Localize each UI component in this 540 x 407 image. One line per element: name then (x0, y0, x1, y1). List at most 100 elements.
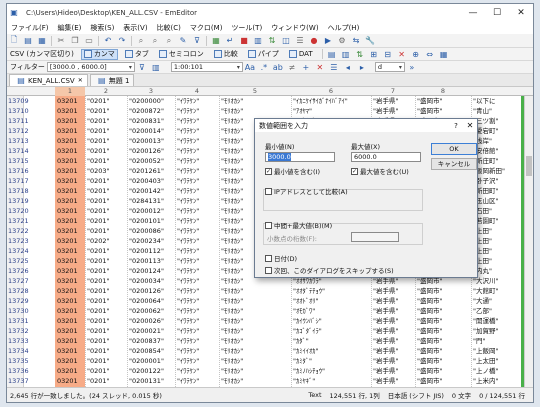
undo-icon[interactable]: ↶ (102, 35, 114, 46)
table-cell[interactable]: "ｲﾜﾃｹﾝ" (177, 366, 219, 376)
table-cell[interactable]: "ｲﾜﾃｹﾝ" (177, 276, 219, 286)
filter-input[interactable]: [3000.0 , 6000.0] ▾ (46, 62, 135, 72)
table-cell[interactable]: "ﾓﾘｵｶｼ" (221, 316, 291, 326)
table-cell[interactable]: "盛岡市" (417, 286, 471, 296)
table-row[interactable]: 13709 03201 "0201" "0200000" "ｲﾜﾃｹﾝ" "ﾓﾘｵｶｼ" "… (7, 96, 533, 106)
filter-dropdown-icon[interactable]: ▾ (127, 64, 132, 71)
table-cell[interactable]: "0200001" (129, 356, 175, 366)
find-next-icon[interactable]: ⌕ (149, 35, 161, 46)
table-cell[interactable]: "0201" (87, 366, 127, 376)
table-cell[interactable]: "0201" (87, 186, 127, 196)
table-cell[interactable]: "盛岡市" (417, 306, 471, 316)
table-cell[interactable]: "ｲﾜﾃｹﾝ" (177, 356, 219, 366)
scrollbar-thumb[interactable] (526, 156, 532, 176)
find-prev-icon[interactable]: ⌕ (163, 35, 175, 46)
table-cell[interactable]: "上飯岡" (473, 346, 523, 356)
table-cell[interactable]: "岩手県" (373, 96, 415, 106)
extra-dropdown-icon[interactable]: ▾ (397, 64, 402, 71)
csv-sort-icon[interactable]: ⇅ (354, 49, 366, 60)
table-cell[interactable]: "0201" (87, 326, 127, 336)
table-cell[interactable]: "0201261" (129, 166, 175, 176)
table-cell[interactable]: 03201 (57, 356, 85, 366)
table-cell[interactable]: "0201" (87, 376, 127, 386)
menu-file[interactable]: ファイル(F) (11, 23, 49, 33)
table-cell[interactable]: "0201" (87, 96, 127, 106)
table-cell[interactable]: "盛岡市" (417, 376, 471, 386)
table-cell[interactable]: "0200086" (129, 226, 175, 236)
middle-value-checkbox[interactable]: 中間+最大値(B)(M) (265, 220, 332, 230)
table-cell[interactable]: "ﾓﾘｵｶｼ" (221, 326, 291, 336)
tab-close-icon[interactable]: ✕ (78, 77, 83, 84)
table-cell[interactable]: "0284131" (129, 196, 175, 206)
table-cell[interactable]: "0201" (87, 216, 127, 226)
table-cell[interactable]: "0201" (87, 296, 127, 306)
table-cell[interactable]: "0201" (87, 346, 127, 356)
save-icon[interactable]: ▦ (36, 35, 48, 46)
table-cell[interactable]: "岩手県" (373, 366, 415, 376)
table-cell[interactable]: "0200126" (129, 146, 175, 156)
outline-icon[interactable]: ☰ (294, 35, 306, 46)
filter-option-icon[interactable]: Aa (244, 62, 256, 73)
table-cell[interactable]: "0201" (87, 136, 127, 146)
table-cell[interactable]: "ｲﾜﾃｹﾝ" (177, 216, 219, 226)
column-header-6[interactable]: 6 (291, 87, 371, 96)
table-cell[interactable]: 03201 (57, 156, 85, 166)
table-row[interactable]: 13732 03201 "0201" "0200021" "ｲﾜﾃｹﾝ" "ﾓﾘｵｶｼ" "… (7, 326, 533, 336)
table-cell[interactable]: "開運橋" (473, 316, 523, 326)
csv-extra-icon[interactable]: ▦ (438, 49, 450, 60)
max-include-checkbox[interactable]: ✓ 最大値を含む(U) (351, 166, 409, 176)
menu-view[interactable]: 表示(V) (123, 23, 147, 33)
mode-pipe-button[interactable]: パイプ (245, 49, 282, 60)
column-header-8[interactable]: 8 (415, 87, 471, 96)
table-cell[interactable]: "岩手県" (373, 296, 415, 306)
menu-tools[interactable]: ツール(T) (231, 23, 262, 33)
table-cell[interactable]: "三ツ割" (473, 116, 523, 126)
table-cell[interactable]: "0201" (87, 226, 127, 236)
table-cell[interactable]: 03201 (57, 256, 85, 266)
table-cell[interactable]: "盛岡市" (417, 106, 471, 116)
table-cell[interactable]: "ｲﾜﾃｹﾝ" (177, 346, 219, 356)
table-cell[interactable]: 03201 (57, 296, 85, 306)
column-header-3[interactable]: 3 (127, 87, 175, 96)
table-cell[interactable]: "0201" (87, 286, 127, 296)
table-cell[interactable]: "ｲﾜﾃｹﾝ" (177, 136, 219, 146)
wrap-icon[interactable]: ↵ (224, 35, 236, 46)
table-cell[interactable]: "石田" (473, 206, 523, 216)
table-cell[interactable]: "上田" (473, 256, 523, 266)
status-position[interactable]: 124,551 行, 1列 (330, 390, 380, 400)
column-header-7[interactable]: 7 (371, 87, 415, 96)
dialog-help-button[interactable]: ? (449, 122, 463, 130)
filter-regex-icon[interactable]: .* (258, 62, 270, 73)
table-cell[interactable]: "岩手県" (373, 106, 415, 116)
column-header-5[interactable]: 5 (219, 87, 291, 96)
table-cell[interactable]: "盛岡市" (417, 296, 471, 306)
csv-move-icon[interactable]: ⇔ (424, 49, 436, 60)
table-cell[interactable]: "ｲﾜﾃｹﾝ" (177, 246, 219, 256)
mode-csv-button[interactable]: CSV (カンマ区切り) (7, 49, 77, 60)
table-cell[interactable]: "ﾓﾘｵｶｼ" (221, 366, 291, 376)
filter-negate-icon[interactable]: ≠ (286, 62, 298, 73)
split-icon[interactable]: ◫ (280, 35, 292, 46)
table-cell[interactable]: 03201 (57, 366, 85, 376)
new-file-icon[interactable]: 🗋 (8, 35, 20, 46)
csv-column-icon[interactable]: ▥ (340, 49, 352, 60)
table-cell[interactable]: "岩手県" (373, 316, 415, 326)
macro-record-icon[interactable]: ● (308, 35, 320, 46)
table-cell[interactable]: "乙部" (473, 306, 523, 316)
table-cell[interactable]: "0201" (87, 246, 127, 256)
minimize-button[interactable]: — (461, 8, 485, 18)
table-cell[interactable]: "加賀野" (473, 326, 523, 336)
tab-untitled[interactable]: ▤ 無題 1 (89, 74, 135, 86)
table-cell[interactable]: 03201 (57, 96, 85, 106)
close-window-button[interactable]: ✕ (509, 8, 533, 18)
table-row[interactable]: 13734 03201 "0201" "0200854" "ｲﾜﾃｹﾝ" "ﾓﾘｵｶｼ" "… (7, 346, 533, 356)
csv-option-icon[interactable]: ▤ (326, 49, 338, 60)
table-cell[interactable]: "0200021" (129, 326, 175, 336)
table-cell[interactable]: "ｲﾜﾃｹﾝ" (177, 316, 219, 326)
date-checkbox[interactable]: 日付(D) (265, 253, 297, 263)
table-cell[interactable]: "0201" (87, 116, 127, 126)
table-cell[interactable]: 03201 (57, 286, 85, 296)
table-cell[interactable]: "盛岡市" (417, 96, 471, 106)
table-cell[interactable]: 03201 (57, 136, 85, 146)
table-cell[interactable]: "ｵｵﾄﾞｵﾘ" (293, 296, 371, 306)
